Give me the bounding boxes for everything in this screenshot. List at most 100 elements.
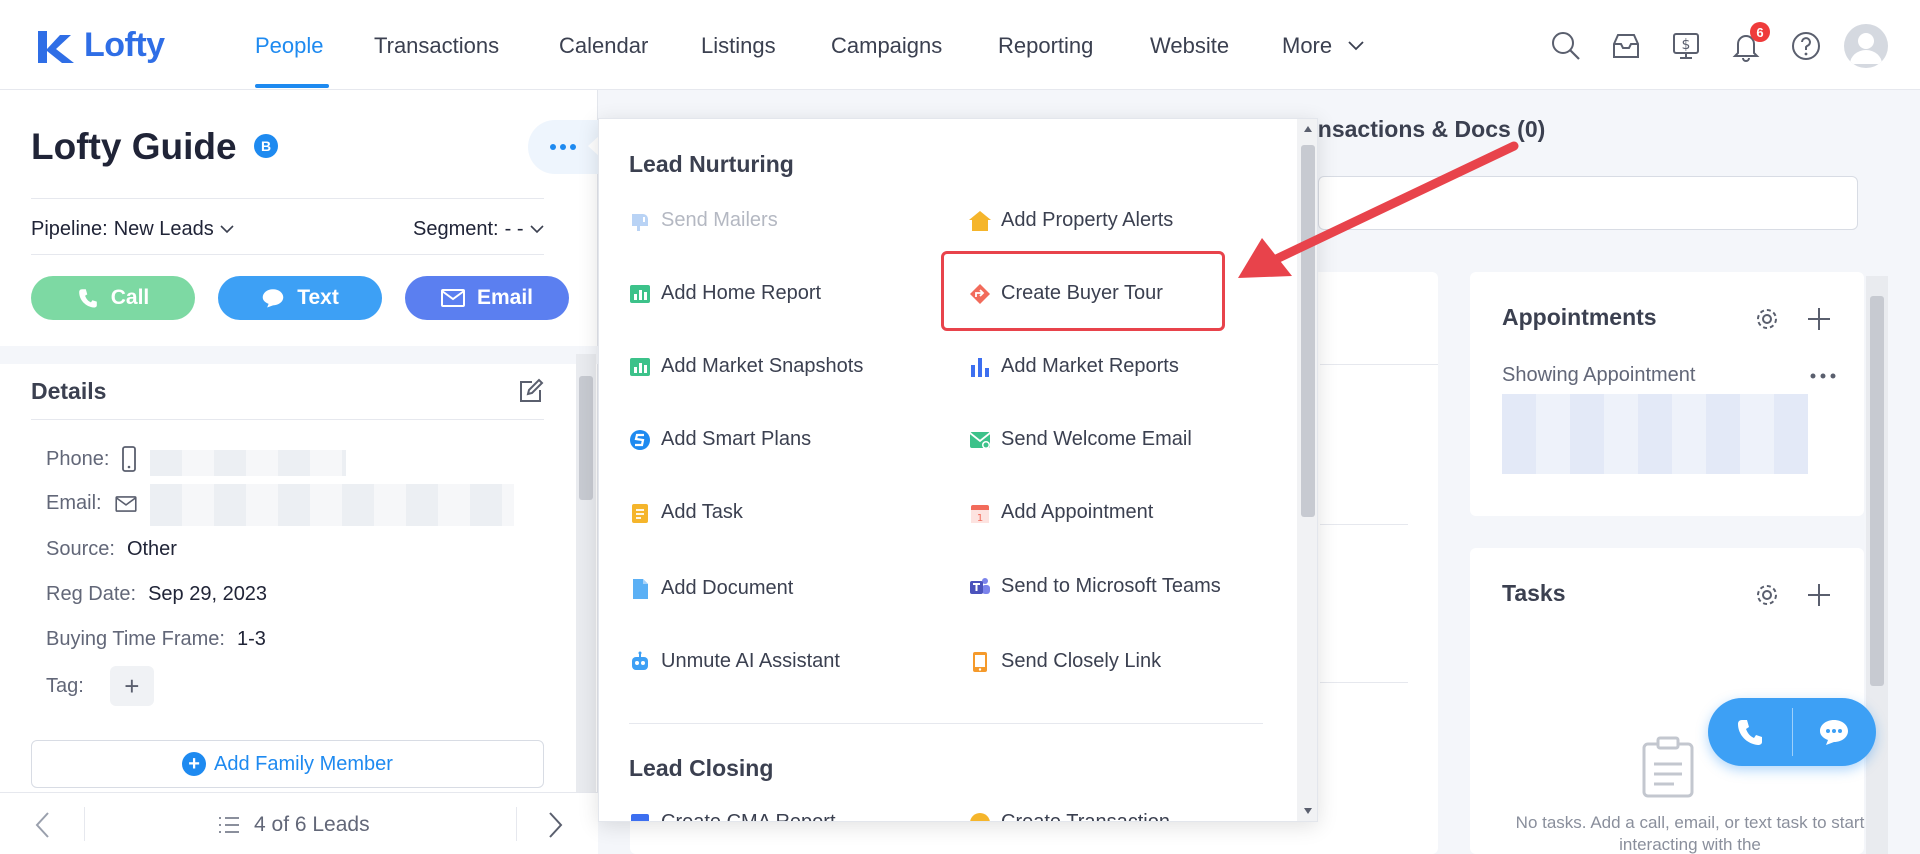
menu-unmute-ai-assistant[interactable]: Unmute AI Assistant	[629, 650, 840, 673]
floating-call-button[interactable]	[1708, 698, 1792, 766]
nav-reporting[interactable]: Reporting	[998, 33, 1093, 59]
details-title: Details	[31, 378, 107, 404]
pipeline-select[interactable]: Pipeline: New Leads	[31, 218, 234, 241]
segment-select[interactable]: Segment: - -	[413, 218, 544, 241]
reg-date-row: Reg Date: Sep 29, 2023	[46, 583, 267, 606]
task-icon	[629, 502, 651, 524]
nav-campaigns[interactable]: Campaigns	[831, 33, 942, 59]
help-icon[interactable]	[1788, 28, 1824, 64]
snapshot-chart-icon	[629, 356, 651, 378]
inbox-icon[interactable]	[1608, 28, 1644, 64]
menu-create-cma-report[interactable]: Create CMA Report	[629, 811, 836, 822]
cma-report-icon	[629, 812, 651, 821]
timeframe-row: Buying Time Frame: 1-3	[46, 628, 266, 651]
nav-website[interactable]: Website	[1150, 33, 1229, 59]
document-icon	[629, 578, 651, 600]
email-button[interactable]: Email	[405, 276, 569, 320]
mobile-link-icon	[969, 651, 991, 673]
chevron-right-icon[interactable]	[548, 811, 564, 839]
details-divider	[31, 419, 544, 420]
menu-send-closely-link[interactable]: Send Closely Link	[969, 650, 1161, 673]
blurred-email	[150, 484, 514, 526]
plus-icon[interactable]	[1806, 306, 1832, 332]
menu-item-label: Send Mailers	[661, 209, 778, 231]
menu-add-property-alerts[interactable]: Add Property Alerts	[969, 209, 1173, 232]
lofty-logo[interactable]: Lofty	[36, 26, 165, 65]
source-value: Other	[126, 538, 177, 560]
left-scrollbar-thumb[interactable]	[579, 376, 593, 500]
search-icon[interactable]	[1548, 28, 1584, 64]
menu-send-mailers[interactable]: Send Mailers	[629, 209, 778, 232]
bar-chart-icon	[969, 356, 991, 378]
menu-item-label: Create CMA Report	[661, 811, 836, 822]
menu-add-market-reports[interactable]: Add Market Reports	[969, 355, 1179, 378]
menu-add-home-report[interactable]: Add Home Report	[629, 282, 821, 305]
welcome-email-icon	[969, 429, 991, 451]
search-field-bg[interactable]	[1318, 176, 1858, 230]
chat-icon	[262, 289, 284, 308]
menu-add-task[interactable]: Add Task	[629, 501, 743, 524]
showing-appointment-label: Showing Appointment	[1502, 364, 1696, 386]
menu-scrollbar-thumb[interactable]	[1301, 145, 1315, 517]
mobile-icon	[122, 446, 137, 472]
text-button[interactable]: Text	[218, 276, 382, 320]
source-label: Source:	[46, 538, 115, 560]
reg-date-label: Reg Date:	[46, 583, 137, 605]
add-tag-button[interactable]: +	[109, 666, 154, 706]
nav-more[interactable]: More	[1282, 33, 1364, 59]
call-button[interactable]: Call	[31, 276, 195, 320]
edit-icon[interactable]	[518, 378, 544, 404]
segment-label: Segment:	[413, 218, 499, 240]
gear-icon[interactable]	[1754, 306, 1780, 332]
add-family-member-button[interactable]: + Add Family Member	[31, 740, 544, 788]
menu-create-transaction[interactable]: Create Transaction	[969, 811, 1170, 822]
lead-nurturing-heading: Lead Nurturing	[629, 151, 794, 177]
menu-send-to-microsoft-teams[interactable]: Send to Microsoft Teams	[969, 575, 1221, 598]
avatar[interactable]	[1844, 24, 1888, 68]
right-scrollbar-thumb[interactable]	[1870, 296, 1884, 686]
menu-item-label: Add Market Reports	[1001, 355, 1179, 377]
nav-transactions[interactable]: Transactions	[374, 33, 499, 59]
more-dots-icon[interactable]	[1810, 372, 1836, 380]
svg-text:1: 1	[977, 513, 983, 524]
menu-item-label: Create Transaction	[1001, 811, 1170, 822]
menu-send-welcome-email[interactable]: Send Welcome Email	[969, 428, 1192, 451]
chevron-down-icon	[220, 225, 234, 234]
menu-item-label: Add Smart Plans	[661, 428, 812, 450]
bell-icon[interactable]: 6	[1728, 22, 1770, 64]
blurred-appointment	[1502, 394, 1808, 474]
floating-chat-button[interactable]	[1793, 698, 1877, 766]
menu-item-label: Add Document	[661, 577, 794, 599]
gear-icon[interactable]	[1754, 582, 1780, 608]
chevron-left-icon[interactable]	[34, 811, 50, 839]
lead-rank-badge: B	[254, 134, 278, 158]
call-button-label: Call	[110, 286, 150, 309]
chat-icon	[1820, 720, 1849, 745]
menu-add-smart-plans[interactable]: Add Smart Plans	[629, 428, 811, 451]
scroll-up-arrow-icon[interactable]	[1303, 125, 1313, 133]
chevron-down-icon	[1348, 41, 1364, 51]
menu-add-market-snapshots[interactable]: Add Market Snapshots	[629, 355, 863, 378]
nav-calendar[interactable]: Calendar	[559, 33, 648, 59]
pipeline-label: Pipeline:	[31, 218, 108, 240]
menu-add-appointment[interactable]: 1 Add Appointment	[969, 501, 1153, 524]
scroll-down-arrow-icon[interactable]	[1303, 807, 1313, 815]
activity-divider	[1320, 364, 1438, 365]
nav-people[interactable]: People	[255, 33, 324, 59]
menu-add-document[interactable]: Add Document	[629, 577, 793, 600]
plus-icon[interactable]	[1806, 582, 1832, 608]
appointments-title: Appointments	[1502, 304, 1657, 330]
menu-item-label: Add Market Snapshots	[661, 355, 864, 377]
timeframe-value: 1-3	[236, 628, 266, 650]
more-actions-menu: Lead Nurturing Send Mailers Add Home Rep…	[598, 118, 1318, 822]
menu-item-label: Send Welcome Email	[1001, 428, 1192, 450]
lead-detail-panel: Lofty Guide B Pipeline: New Leads Segmen…	[0, 90, 598, 854]
pager-divider	[516, 807, 517, 841]
email-label: Email:	[46, 492, 102, 514]
pipeline-value: New Leads	[113, 218, 214, 240]
source-row: Source: Other	[46, 538, 177, 561]
menu-item-label: Add Property Alerts	[1001, 209, 1174, 231]
menu-item-label: Unmute AI Assistant	[661, 650, 840, 672]
billing-icon[interactable]: $	[1668, 28, 1704, 64]
nav-listings[interactable]: Listings	[701, 33, 776, 59]
